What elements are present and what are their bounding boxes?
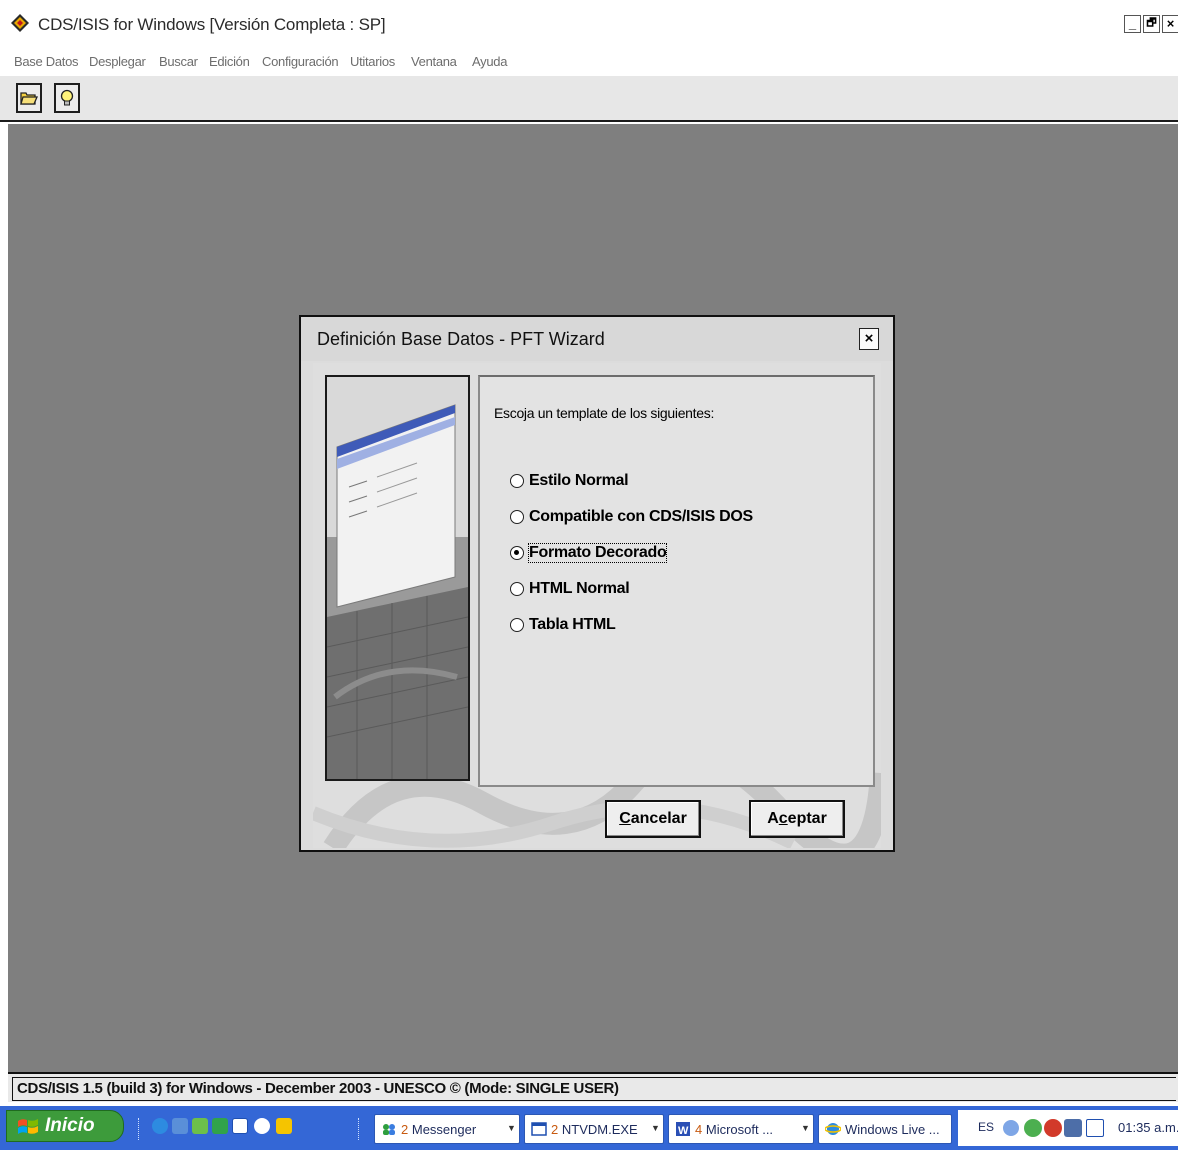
accept-label-start: A — [767, 810, 779, 827]
wizard-illustration — [325, 375, 470, 781]
minimize-button[interactable]: _ — [1124, 15, 1141, 33]
window-title: CDS/ISIS for Windows [Versión Completa :… — [38, 15, 386, 34]
accept-button[interactable]: Aceptar — [749, 800, 845, 838]
dialog-title: Definición Base Datos - PFT Wizard — [317, 329, 605, 349]
help-tip-button[interactable] — [54, 83, 80, 113]
window-icon — [531, 1122, 547, 1136]
menu-buscar[interactable]: Buscar — [159, 54, 198, 69]
quicklaunch-separator — [138, 1118, 141, 1140]
menu-base-datos[interactable]: Base Datos — [14, 54, 79, 69]
status-text: CDS/ISIS 1.5 (build 3) for Windows - Dec… — [17, 1080, 619, 1097]
radio-button-selected[interactable] — [510, 546, 524, 560]
word-icon: W — [676, 1122, 690, 1137]
antivirus-tray-icon[interactable] — [1044, 1119, 1062, 1137]
template-options-panel: Escoja un template de los siguientes: Es… — [478, 375, 875, 787]
task-windows-live[interactable]: Windows Live ... — [818, 1114, 952, 1144]
media-quicklaunch-icon[interactable] — [254, 1118, 270, 1134]
task-name: Windows Live ... — [845, 1122, 940, 1137]
task-ntvdm[interactable]: 2 NTVDM.EXE ▼ — [524, 1114, 664, 1144]
option-label: Formato Decorado — [527, 543, 668, 563]
option-label: HTML Normal — [529, 580, 630, 597]
radio-button[interactable] — [510, 510, 524, 524]
task-count: 2 — [401, 1122, 409, 1137]
task-count: 2 — [551, 1122, 559, 1137]
menu-desplegar[interactable]: Desplegar — [89, 54, 146, 69]
dialog-close-button[interactable]: × — [859, 328, 879, 350]
ie-icon — [825, 1123, 841, 1135]
task-label: 2 NTVDM.EXE — [551, 1122, 638, 1137]
task-count: 4 — [695, 1122, 703, 1137]
pft-wizard-dialog: Definición Base Datos - PFT Wizard × Esc… — [299, 315, 895, 852]
task-group-arrow-icon[interactable]: ▼ — [801, 1123, 810, 1133]
accept-access-key: c — [778, 810, 788, 827]
status-bar: CDS/ISIS 1.5 (build 3) for Windows - Dec… — [8, 1072, 1178, 1102]
svg-text:W: W — [678, 1125, 689, 1137]
messenger-quicklaunch-icon[interactable] — [192, 1118, 208, 1134]
task-name: Messenger — [411, 1122, 477, 1137]
task-messenger[interactable]: 2 Messenger ▼ — [374, 1114, 520, 1144]
accept-label-rest: eptar — [787, 810, 827, 827]
option-label: Compatible con CDS/ISIS DOS — [529, 508, 753, 525]
task-label: Windows Live ... — [845, 1122, 940, 1137]
open-folder-icon — [20, 92, 38, 105]
title-bar: CDS/ISIS for Windows [Versión Completa :… — [0, 0, 1178, 46]
task-label: 4 Microsoft ... — [695, 1122, 773, 1137]
start-button[interactable]: Inicio — [6, 1110, 124, 1142]
cancel-access-key: C — [619, 810, 631, 827]
option-label: Tabla HTML — [529, 616, 616, 633]
cancel-button[interactable]: Cancelar — [605, 800, 701, 838]
browser-quicklaunch-icon[interactable] — [172, 1118, 188, 1134]
restore-button[interactable]: 🗗 — [1143, 15, 1160, 33]
task-name: NTVDM.EXE — [561, 1122, 638, 1137]
lightbulb-icon — [60, 89, 74, 106]
menu-ayuda[interactable]: Ayuda — [472, 54, 507, 69]
status-field: CDS/ISIS 1.5 (build 3) for Windows - Dec… — [12, 1077, 1176, 1101]
menu-ventana[interactable]: Ventana — [411, 54, 457, 69]
task-group-arrow-icon[interactable]: ▼ — [651, 1123, 660, 1133]
quicklaunch-separator — [358, 1118, 361, 1140]
close-button[interactable]: × — [1162, 15, 1178, 33]
network-tray-icon[interactable] — [1064, 1119, 1082, 1137]
radio-button[interactable] — [510, 474, 524, 488]
torrent-quicklaunch-icon[interactable] — [276, 1118, 292, 1134]
system-tray: ES 01:35 a.m. — [958, 1110, 1178, 1146]
language-indicator[interactable]: ES — [978, 1120, 994, 1134]
template-prompt: Escoja un template de los siguientes: — [494, 405, 715, 421]
taskbar: Inicio 2 Messenger ▼ 2 NTVDM.EXE ▼ W 4 M… — [0, 1106, 1178, 1150]
vc-quicklaunch-icon[interactable] — [232, 1118, 248, 1134]
option-label: Estilo Normal — [529, 472, 629, 489]
app-quicklaunch-icon[interactable] — [212, 1118, 228, 1134]
menu-edicion[interactable]: Edición — [209, 54, 250, 69]
radio-button[interactable] — [510, 618, 524, 632]
windows-flag-icon — [18, 1119, 38, 1134]
dialog-body: Escoja un template de los siguientes: Es… — [313, 363, 881, 848]
messenger-icon — [383, 1124, 395, 1135]
clock[interactable]: 01:35 a.m. — [1118, 1120, 1178, 1135]
radio-button[interactable] — [510, 582, 524, 596]
toolbar — [0, 76, 1178, 122]
menu-configuracion[interactable]: Configuración — [262, 54, 339, 69]
start-label: Inicio — [45, 1115, 95, 1136]
ie-quicklaunch-icon[interactable] — [152, 1118, 168, 1134]
cds-isis-app-icon — [11, 14, 29, 32]
tray-expand-icon[interactable] — [1002, 1119, 1020, 1137]
task-group-arrow-icon[interactable]: ▼ — [507, 1123, 516, 1133]
open-database-button[interactable] — [16, 83, 42, 113]
messenger-tray-icon[interactable] — [1024, 1119, 1042, 1137]
task-microsoft[interactable]: W 4 Microsoft ... ▼ — [668, 1114, 814, 1144]
menu-utitarios[interactable]: Utitarios — [350, 54, 395, 69]
task-name: Microsoft ... — [705, 1122, 774, 1137]
dialog-title-bar[interactable]: Definición Base Datos - PFT Wizard × — [301, 317, 893, 361]
menu-bar: Base Datos Desplegar Buscar Edición Conf… — [0, 50, 1178, 76]
vc-tray-icon[interactable] — [1086, 1119, 1104, 1137]
cancel-label-rest: ancelar — [630, 810, 687, 827]
task-label: 2 Messenger — [401, 1122, 476, 1137]
